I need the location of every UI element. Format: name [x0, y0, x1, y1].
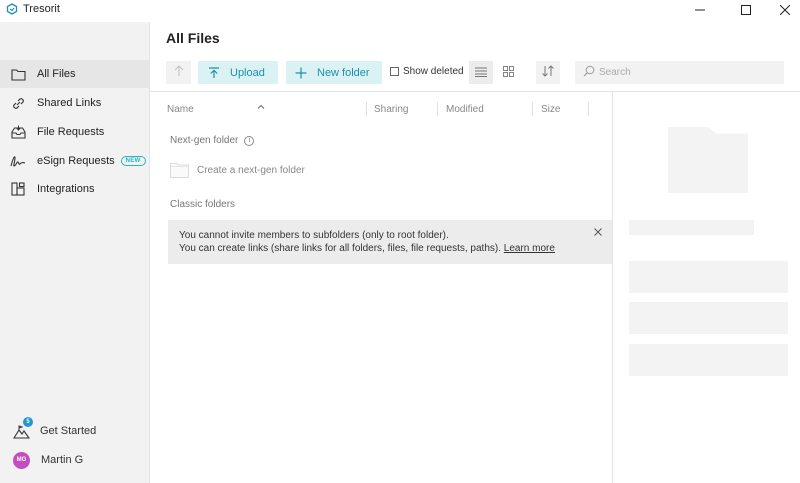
info-notice: You cannot invite members to subfolders …: [168, 220, 612, 264]
notice-close-button[interactable]: [593, 227, 603, 237]
avatar: MG: [13, 451, 30, 469]
upload-label: Upload: [230, 66, 265, 79]
close-icon: [779, 2, 791, 20]
create-next-gen-label: Create a next-gen folder: [197, 164, 305, 176]
get-started-label: Get Started: [40, 425, 97, 437]
column-separator: [532, 102, 533, 116]
user-name: Martin G: [41, 454, 84, 466]
sidebar: All Files Shared Links File Requests eSi…: [0, 22, 150, 483]
details-row-placeholder: [629, 261, 788, 293]
upload-icon: [208, 66, 220, 79]
details-title-placeholder: [629, 220, 754, 235]
folder-preview-placeholder: [668, 127, 748, 193]
column-header-size[interactable]: Size: [541, 104, 560, 115]
mountain-icon: 5: [13, 416, 33, 440]
plus-icon: [295, 67, 307, 79]
sidebar-item-file-requests[interactable]: File Requests: [0, 118, 150, 146]
next-gen-section-label: Next-gen folder i: [170, 135, 255, 146]
show-deleted-toggle[interactable]: Show deleted: [390, 66, 464, 77]
sidebar-item-shared-links[interactable]: Shared Links: [0, 89, 150, 117]
notice-line-2: You can create links (share links for al…: [179, 242, 601, 255]
app-title: Tresorit: [6, 3, 60, 15]
column-header-sharing[interactable]: Sharing: [374, 104, 408, 115]
column-header-name[interactable]: Name: [167, 104, 194, 115]
signature-icon: [10, 153, 26, 169]
list-view-button[interactable]: [469, 61, 493, 84]
get-started-item[interactable]: 5 Get Started: [0, 416, 150, 443]
maximize-icon: [741, 2, 751, 20]
next-gen-section-text: Next-gen folder: [170, 135, 239, 146]
grid-view-icon: [502, 64, 514, 82]
sidebar-item-label: Shared Links: [37, 97, 102, 109]
close-button[interactable]: [762, 0, 800, 22]
arrow-up-icon: [174, 64, 184, 82]
folder-icon: [10, 66, 26, 82]
sidebar-item-label: File Requests: [37, 126, 105, 138]
search-icon: [583, 64, 595, 82]
grid-view-button[interactable]: [496, 61, 520, 84]
notice-line-1: You cannot invite members to subfolders …: [179, 230, 449, 241]
details-row-placeholder: [629, 344, 788, 376]
sort-ascending-icon[interactable]: [257, 96, 265, 114]
upload-button[interactable]: Upload: [198, 61, 278, 84]
column-header-modified[interactable]: Modified: [446, 104, 484, 115]
details-row-placeholder: [629, 302, 788, 334]
link-icon: [10, 95, 26, 111]
integrations-icon: [10, 181, 26, 197]
page-title: All Files: [166, 30, 220, 46]
column-separator: [588, 102, 589, 116]
search-box[interactable]: [575, 61, 784, 84]
app-title-text: Tresorit: [23, 3, 60, 15]
get-started-count-badge: 5: [23, 416, 33, 427]
new-badge: NEW: [120, 156, 146, 166]
sidebar-item-label: Integrations: [37, 183, 95, 195]
sidebar-item-label: All Files: [37, 68, 76, 80]
title-bar: Tresorit: [0, 0, 800, 22]
folder-outline-icon: [170, 162, 189, 178]
inbox-icon: [10, 124, 26, 140]
close-icon: [594, 228, 602, 236]
new-folder-label: New folder: [317, 66, 370, 79]
user-profile[interactable]: MG Martin G: [0, 448, 150, 472]
sort-button[interactable]: [536, 61, 560, 84]
classic-folders-section-label: Classic folders: [170, 199, 236, 210]
details-panel-divider: [612, 92, 613, 483]
create-next-gen-folder[interactable]: Create a next-gen folder: [170, 162, 305, 178]
sort-icon: [541, 64, 555, 82]
tresorit-logo-icon: [6, 3, 18, 15]
sidebar-item-label: eSign Requests: [37, 155, 115, 167]
show-deleted-checkbox[interactable]: [390, 67, 399, 76]
minimize-icon: [695, 2, 705, 20]
sidebar-item-all-files[interactable]: All Files: [0, 60, 150, 88]
toolbar-divider: [150, 91, 800, 92]
navigate-up-button[interactable]: [166, 61, 191, 84]
notice-line-2-text: You can create links (share links for al…: [179, 243, 502, 254]
info-icon[interactable]: i: [244, 135, 255, 146]
show-deleted-label: Show deleted: [403, 66, 464, 77]
column-separator: [437, 102, 438, 116]
column-separator: [366, 102, 367, 116]
search-input[interactable]: [599, 67, 769, 78]
list-view-icon: [475, 64, 487, 82]
sidebar-item-esign-requests[interactable]: eSign Requests NEW: [0, 147, 150, 175]
learn-more-link[interactable]: Learn more: [504, 243, 555, 254]
minimize-button[interactable]: [677, 0, 723, 22]
sidebar-item-integrations[interactable]: Integrations: [0, 175, 150, 203]
new-folder-button[interactable]: New folder: [286, 61, 382, 84]
